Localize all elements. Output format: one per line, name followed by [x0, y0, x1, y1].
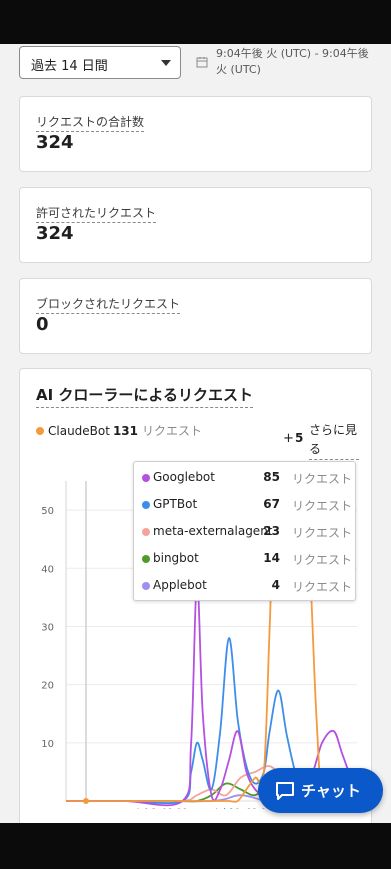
series-dot: [36, 427, 44, 435]
caret-down-icon: [161, 60, 171, 66]
stat-label: 許可されたリクエスト: [36, 204, 157, 223]
tooltip-unit: リクエスト: [291, 526, 352, 540]
y-tick-label: 40: [41, 564, 54, 575]
date-range-text: 9:04午後 火 (UTC) - 9:04午後 火 (UTC): [216, 47, 369, 76]
tooltip-count: 85: [263, 470, 280, 484]
stat-label: リクエストの合計数: [36, 113, 145, 132]
tooltip-name: Applebot: [153, 578, 207, 592]
legend-count: 131: [112, 424, 139, 438]
tooltip-row: bingbot 14 リクエスト: [142, 550, 352, 570]
tooltip-row: meta-externalagent 23 リクエスト: [142, 523, 352, 543]
more-count: 5: [295, 431, 304, 445]
tooltip-unit: リクエスト: [291, 580, 352, 594]
tooltip-name: Googlebot: [153, 470, 215, 484]
tooltip-count: 67: [263, 497, 280, 511]
chart-title: AI クローラーによるリクエスト: [36, 384, 253, 408]
y-tick-label: 10: [41, 739, 54, 750]
period-value: 過去 14 日間: [31, 59, 108, 74]
y-tick-label: 50: [41, 506, 54, 517]
tooltip-unit: リクエスト: [291, 472, 352, 486]
tooltip-count: 23: [263, 524, 280, 538]
y-tick-label: 30: [41, 622, 54, 633]
tooltip-name: bingbot: [153, 551, 199, 565]
chat-bubble-icon: [276, 782, 294, 800]
legend-item-claudebot[interactable]: ClaudeBot 131 リクエスト: [36, 422, 202, 439]
tooltip-unit: リクエスト: [291, 499, 352, 513]
hover-point: [83, 798, 89, 804]
tooltip-row: Applebot 4 リクエスト: [142, 577, 352, 597]
blocked-requests-card: ブロックされたリクエスト 0: [19, 278, 372, 354]
calendar-icon: [196, 57, 208, 68]
top-bar: [0, 0, 391, 44]
stat-label: ブロックされたリクエスト: [36, 295, 181, 314]
series-dot: [142, 501, 150, 509]
stat-value: 0: [36, 314, 49, 335]
x-tick-label: Jul 6, 09:00: [135, 808, 187, 809]
tooltip-row: GPTBot 67 リクエスト: [142, 496, 352, 516]
stat-value: 324: [36, 223, 74, 244]
tooltip-name: meta-externalagent: [153, 524, 273, 538]
allowed-requests-card: 許可されたリクエスト 324: [19, 187, 372, 263]
legend-name: ClaudeBot: [48, 424, 110, 438]
tooltip-count: 4: [271, 578, 280, 592]
series-dot: [142, 528, 150, 536]
more-label: さらに見る: [309, 421, 359, 460]
tooltip-count: 14: [263, 551, 280, 565]
period-select[interactable]: 過去 14 日間: [19, 46, 181, 79]
x-tick-label: Jul 10, 09:00: [214, 808, 272, 809]
tooltip-unit: リクエスト: [291, 553, 352, 567]
chat-label: チャット: [301, 782, 361, 800]
bottom-bar: [0, 823, 391, 869]
total-requests-card: リクエストの合計数 324: [19, 96, 372, 172]
chart-tooltip: Googlebot 85 リクエスト GPTBot 67 リクエスト meta-…: [133, 461, 356, 601]
series-dot: [142, 474, 150, 482]
plus-icon: +: [283, 431, 294, 446]
chat-button[interactable]: チャット: [258, 768, 383, 813]
legend-unit: リクエスト: [142, 424, 203, 438]
series-dot: [142, 555, 150, 563]
stat-value: 324: [36, 132, 74, 153]
tooltip-name: GPTBot: [153, 497, 198, 511]
series-dot: [142, 582, 150, 590]
y-tick-label: 20: [41, 681, 54, 692]
tooltip-row: Googlebot 85 リクエスト: [142, 469, 352, 489]
